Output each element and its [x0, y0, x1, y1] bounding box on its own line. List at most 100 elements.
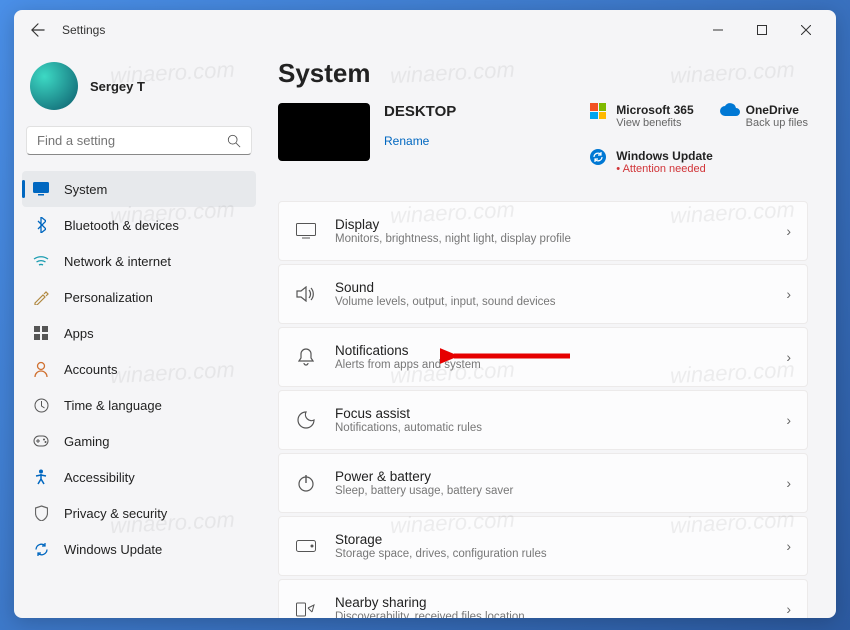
gaming-icon	[32, 432, 50, 450]
nav-gaming[interactable]: Gaming	[22, 423, 256, 459]
chevron-right-icon: ›	[786, 601, 791, 617]
tile-title: Microsoft 365	[616, 103, 693, 117]
card-notifications[interactable]: NotificationsAlerts from apps and system…	[278, 327, 808, 387]
maximize-icon	[757, 25, 767, 35]
rename-link[interactable]: Rename	[384, 134, 429, 148]
nav-label: Gaming	[64, 434, 110, 449]
card-title: Power & battery	[335, 469, 786, 484]
page-title: System	[278, 58, 808, 89]
nav-label: Personalization	[64, 290, 153, 305]
privacy-icon	[32, 504, 50, 522]
ms365-icon	[590, 103, 608, 121]
search-input[interactable]	[37, 133, 227, 148]
nav-label: Bluetooth & devices	[64, 218, 179, 233]
notifications-icon	[295, 346, 317, 368]
nav-label: Apps	[64, 326, 94, 341]
device-info: DESKTOP Rename	[384, 103, 590, 150]
window-title: Settings	[62, 23, 105, 37]
nav-label: Network & internet	[64, 254, 171, 269]
info-tiles: Microsoft 365View benefits OneDriveBack …	[590, 103, 808, 175]
search-icon	[227, 134, 241, 148]
tile-onedrive[interactable]: OneDriveBack up files	[720, 103, 808, 129]
accounts-icon	[32, 360, 50, 378]
card-title: Nearby sharing	[335, 595, 786, 610]
update-icon	[32, 540, 50, 558]
power-icon	[295, 472, 317, 494]
main-content: System DESKTOP Rename Microsoft 365View …	[264, 50, 836, 618]
tile-sub: Back up files	[746, 117, 808, 129]
chevron-right-icon: ›	[786, 286, 791, 302]
nav-bluetooth[interactable]: Bluetooth & devices	[22, 207, 256, 243]
card-title: Notifications	[335, 343, 786, 358]
card-sub: Monitors, brightness, night light, displ…	[335, 233, 786, 245]
nav-privacy[interactable]: Privacy & security	[22, 495, 256, 531]
focus-icon	[295, 409, 317, 431]
onedrive-icon	[720, 103, 738, 121]
nav-label: Windows Update	[64, 542, 162, 557]
chevron-right-icon: ›	[786, 349, 791, 365]
time-icon	[32, 396, 50, 414]
tile-title: Windows Update	[616, 149, 713, 163]
avatar	[30, 62, 78, 110]
display-icon	[295, 220, 317, 242]
windows-update-icon	[590, 149, 608, 167]
device-name: DESKTOP	[384, 103, 590, 120]
card-storage[interactable]: StorageStorage space, drives, configurat…	[278, 516, 808, 576]
minimize-icon	[713, 25, 723, 35]
titlebar: Settings	[14, 10, 836, 50]
card-nearby-sharing[interactable]: Nearby sharingDiscoverability, received …	[278, 579, 808, 618]
nav-label: Time & language	[64, 398, 162, 413]
card-sub: Alerts from apps and system	[335, 359, 786, 371]
chevron-right-icon: ›	[786, 223, 791, 239]
nav-personalization[interactable]: Personalization	[22, 279, 256, 315]
accessibility-icon	[32, 468, 50, 486]
nav-list: System Bluetooth & devices Network & int…	[22, 171, 256, 567]
card-power[interactable]: Power & batterySleep, battery usage, bat…	[278, 453, 808, 513]
settings-window: Settings Sergey T System Bluetooth & dev…	[14, 10, 836, 618]
bluetooth-icon	[32, 216, 50, 234]
back-arrow-icon	[31, 23, 45, 37]
nav-network[interactable]: Network & internet	[22, 243, 256, 279]
card-sub: Volume levels, output, input, sound devi…	[335, 296, 786, 308]
tile-ms365[interactable]: Microsoft 365View benefits	[590, 103, 693, 129]
nav-label: Privacy & security	[64, 506, 167, 521]
network-icon	[32, 252, 50, 270]
nav-accessibility[interactable]: Accessibility	[22, 459, 256, 495]
chevron-right-icon: ›	[786, 412, 791, 428]
card-focus-assist[interactable]: Focus assistNotifications, automatic rul…	[278, 390, 808, 450]
card-sub: Notifications, automatic rules	[335, 422, 786, 434]
tile-title: OneDrive	[746, 103, 808, 117]
close-button[interactable]	[784, 15, 828, 45]
nav-accounts[interactable]: Accounts	[22, 351, 256, 387]
sidebar: Sergey T System Bluetooth & devices Netw…	[14, 50, 264, 618]
search-box[interactable]	[26, 126, 252, 155]
card-title: Sound	[335, 280, 786, 295]
personalization-icon	[32, 288, 50, 306]
storage-icon	[295, 535, 317, 557]
nav-label: System	[64, 182, 107, 197]
card-sub: Sleep, battery usage, battery saver	[335, 485, 786, 497]
tile-sub: Attention needed	[616, 163, 713, 175]
nav-update[interactable]: Windows Update	[22, 531, 256, 567]
settings-cards: DisplayMonitors, brightness, night light…	[278, 201, 808, 618]
nearby-icon	[295, 598, 317, 618]
window-controls	[696, 15, 828, 45]
card-sub: Discoverability, received files location	[335, 611, 786, 618]
nav-label: Accounts	[64, 362, 117, 377]
nav-system[interactable]: System	[22, 171, 256, 207]
tile-windows-update[interactable]: Windows UpdateAttention needed	[590, 149, 808, 175]
nav-time[interactable]: Time & language	[22, 387, 256, 423]
user-name: Sergey T	[90, 79, 145, 94]
minimize-button[interactable]	[696, 15, 740, 45]
device-hero: DESKTOP Rename Microsoft 365View benefit…	[278, 103, 808, 175]
card-sub: Storage space, drives, configuration rul…	[335, 548, 786, 560]
tile-sub: View benefits	[616, 117, 693, 129]
user-profile[interactable]: Sergey T	[22, 50, 256, 126]
card-sound[interactable]: SoundVolume levels, output, input, sound…	[278, 264, 808, 324]
card-display[interactable]: DisplayMonitors, brightness, night light…	[278, 201, 808, 261]
maximize-button[interactable]	[740, 15, 784, 45]
device-thumbnail	[278, 103, 370, 161]
back-button[interactable]	[22, 14, 54, 46]
nav-apps[interactable]: Apps	[22, 315, 256, 351]
content-area: Sergey T System Bluetooth & devices Netw…	[14, 50, 836, 618]
